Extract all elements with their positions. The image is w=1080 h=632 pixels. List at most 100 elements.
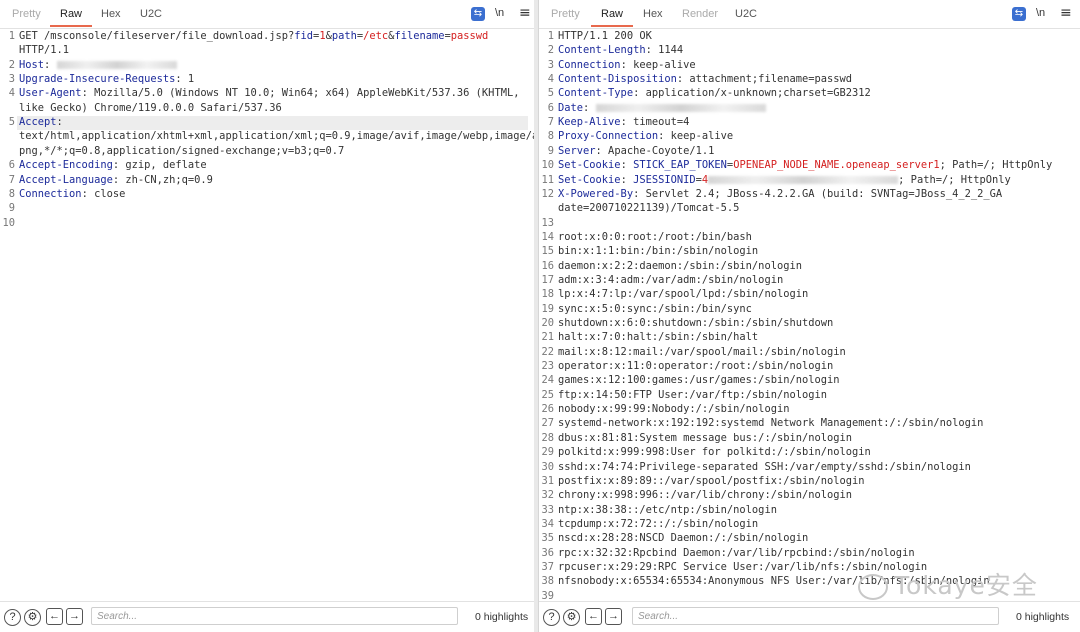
header-name: Content-Disposition [558,73,677,86]
code-line: 3 Upgrade-Insecure-Requests: 1 [0,73,534,87]
menu-icon[interactable]: ≡ [1060,6,1072,20]
header-name: Accept [19,116,57,129]
text-segment: : [44,58,57,71]
line-content: bin:x:1:1:bin:/bin:/sbin/nologin [558,245,758,257]
cookie-name: JSESSIONID [633,173,696,186]
code-line: 18 lp:x:4:7:lp:/var/spool/lpd:/sbin/nolog… [539,288,1080,302]
next-match-icon[interactable]: → [605,608,622,625]
wrap-lines-icon[interactable]: ⇆ [471,7,485,21]
code-line: 33 ntp:x:38:38::/etc/ntp:/sbin/nologin [539,504,1080,518]
header-name: Connection [558,58,621,71]
tab-pretty[interactable]: Pretty [8,8,45,20]
text-segment: : gzip, deflate [112,159,207,172]
text-segment: games:x:12:100:games:/usr/games:/sbin/no… [558,374,840,387]
tab-render[interactable]: Render [678,8,722,20]
header-name: Set-Cookie [558,159,621,172]
tab-raw[interactable]: Raw [590,8,634,27]
watermark: Tokaye安全 [858,566,1038,602]
line-number: 1 [8,30,15,42]
text-segment: ftp:x:14:50:FTP User:/var/ftp:/sbin/nolo… [558,388,827,401]
line-content: Upgrade-Insecure-Requests: 1 [19,73,194,85]
code-line: like Gecko) Chrome/119.0.0.0 Safari/537.… [0,102,534,116]
request-bottombar: ? ⚙ ← → Search... 0 highlights [0,601,534,632]
header-name: Connection [19,187,82,200]
line-number: 15 [541,245,554,258]
line-number: 2 [8,58,15,71]
line-content: rpc:x:32:32:Rpcbind Daemon:/var/lib/rpcb… [558,547,915,559]
header-name: Date [558,101,584,114]
header-name: Set-Cookie [558,173,621,186]
response-search-input[interactable]: Search... [632,607,999,625]
text-segment: : Apache-Coyote/1.1 [595,144,715,157]
text-segment: png,*/*;q=0.8,application/signed-exchang… [19,144,345,157]
help-icon[interactable]: ? [543,609,560,626]
line-number: 7 [8,173,15,186]
line-content: halt:x:7:0:halt:/sbin:/sbin/halt [558,331,758,343]
tab-u2c[interactable]: U2C [731,8,761,20]
text-segment: ; Path=/; HttpOnly [898,173,1011,186]
header-name: filename [394,30,445,42]
text-segment: : [620,173,634,186]
show-newlines-button[interactable]: \n [1036,7,1045,19]
line-content: text/html,application/xhtml+xml,applicat… [19,130,534,142]
text-segment: : 1 [175,73,195,86]
next-match-icon[interactable]: → [66,608,83,625]
wechat-logo-icon [858,574,888,600]
line-number: 7 [547,116,554,129]
line-number: 5 [8,116,15,129]
code-line: 22 mail:x:8:12:mail:/var/spool/mail:/sbin… [539,346,1080,360]
line-number: 38 [541,575,554,588]
settings-icon[interactable]: ⚙ [563,609,580,626]
settings-icon[interactable]: ⚙ [24,609,41,626]
prev-match-icon[interactable]: ← [585,608,602,625]
response-pane: Pretty Raw Hex Render U2C ⇆ \n ≡ 1 HTTP/1… [538,0,1080,632]
code-line: 35 nscd:x:28:28:NSCD Daemon:/:/sbin/nolog… [539,532,1080,546]
text-segment: lp:x:4:7:lp:/var/spool/lpd:/sbin/nologin [558,288,809,301]
tab-hex[interactable]: Hex [639,8,667,20]
line-number: 6 [547,101,554,114]
request-editor[interactable]: 1 GET /msconsole/fileserver/file_download… [0,29,534,600]
text-segment: postfix:x:89:89::/var/spool/postfix:/sbi… [558,474,865,487]
line-content: polkitd:x:999:998:User for polkitd:/:/sb… [558,446,871,458]
line-content: root:x:0:0:root:/root:/bin/bash [558,231,752,243]
line-number: 3 [547,58,554,71]
code-line: 14 root:x:0:0:root:/root:/bin/bash [539,231,1080,245]
wrap-lines-icon[interactable]: ⇆ [1012,7,1026,21]
line-number: 24 [541,374,554,387]
text-segment: : [583,101,596,114]
line-content: games:x:12:100:games:/usr/games:/sbin/no… [558,374,840,386]
code-line: 26 nobody:x:99:99:Nobody:/:/sbin/nologin [539,403,1080,417]
help-icon[interactable]: ? [4,609,21,626]
code-line: 4 Content-Disposition: attachment;filenam… [539,73,1080,87]
code-line: 1 GET /msconsole/fileserver/file_download… [0,30,534,44]
code-line: 3 Connection: keep-alive [539,59,1080,73]
code-line: 10 Set-Cookie: STICK_EAP_TOKEN=OPENEAP_NO… [539,159,1080,173]
line-number: 8 [8,187,15,200]
response-tabbar: Pretty Raw Hex Render U2C ⇆ \n ≡ [539,0,1080,29]
text-segment: : keep-alive [658,130,734,143]
param-value: passwd [450,30,489,42]
menu-icon[interactable]: ≡ [519,6,531,20]
code-line: 8 Proxy-Connection: keep-alive [539,130,1080,144]
line-content: date=200710221139)/Tomcat-5.5 [558,202,739,214]
line-number: 39 [541,589,554,600]
request-search-input[interactable]: Search... [91,607,458,625]
line-content: png,*/*;q=0.8,application/signed-exchang… [19,145,344,157]
text-segment: mail:x:8:12:mail:/var/spool/mail:/sbin/n… [558,345,846,358]
tab-hex[interactable]: Hex [97,8,125,20]
line-content: Accept: [19,116,63,128]
code-line: 29 polkitd:x:999:998:User for polkitd:/:/… [539,446,1080,460]
line-content: mail:x:8:12:mail:/var/spool/mail:/sbin/n… [558,346,846,358]
line-content: sync:x:5:0:sync:/sbin:/bin/sync [558,303,752,315]
tab-pretty[interactable]: Pretty [547,8,584,20]
text-segment: date=200710221139)/Tomcat-5.5 [558,202,740,215]
line-number: 12 [541,187,554,200]
tab-raw[interactable]: Raw [49,8,93,27]
line-number: 10 [541,159,554,172]
header-name: Content-Length [558,44,646,57]
response-editor[interactable]: 1 HTTP/1.1 200 OK 2 Content-Length: 1144 3 Co… [539,29,1080,600]
code-line: png,*/*;q=0.8,application/signed-exchang… [0,145,534,159]
show-newlines-button[interactable]: \n [495,7,504,19]
tab-u2c[interactable]: U2C [136,8,166,20]
prev-match-icon[interactable]: ← [46,608,63,625]
